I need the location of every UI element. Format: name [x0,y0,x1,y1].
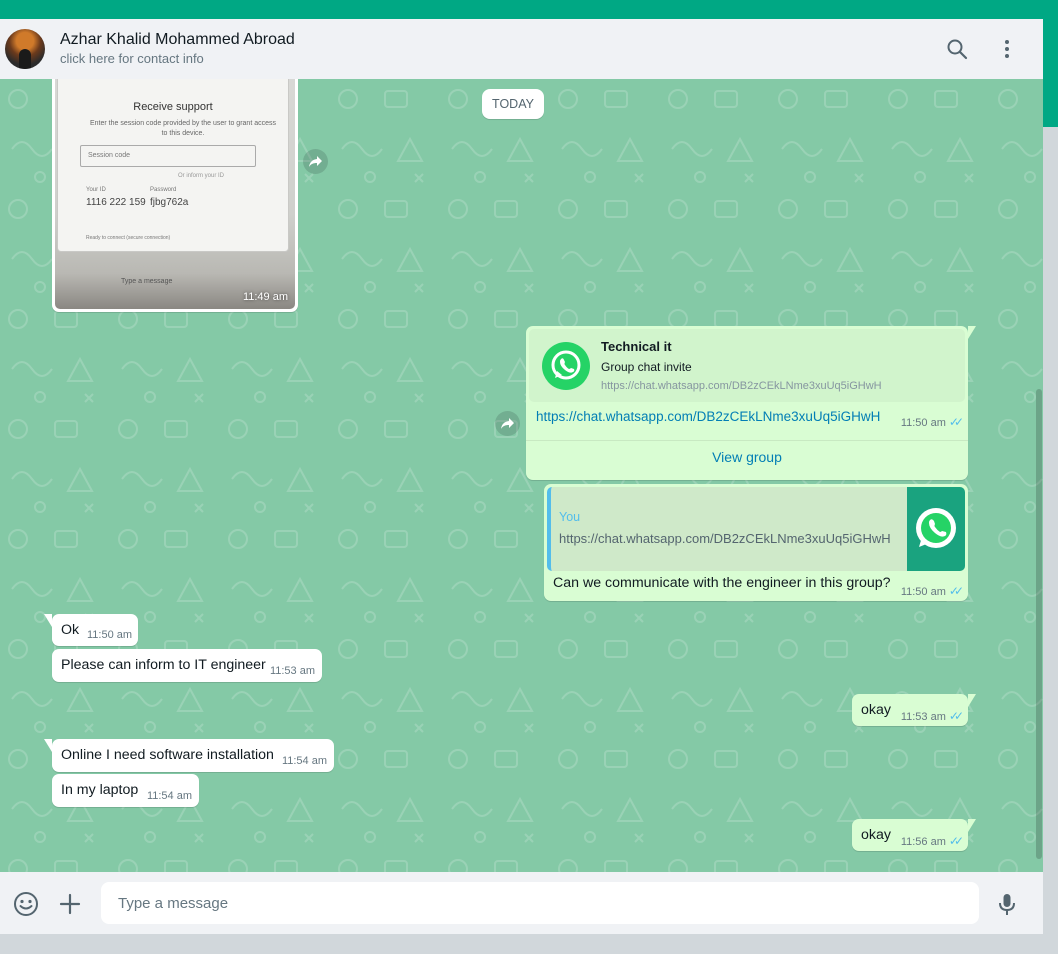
incoming-message[interactable]: Please can inform to IT engineer 11:53 a… [52,649,322,682]
read-ticks-icon: ✓✓ [948,415,964,429]
screenshot-title: Receive support [133,101,213,113]
quoted-message[interactable]: You https://chat.whatsapp.com/DB2zCEkLNm… [547,487,965,571]
screenshot-image[interactable]: Receive support Enter the session code p… [55,79,295,309]
invite-subtitle: Group chat invite [601,360,692,374]
whatsapp-logo-icon [907,487,965,571]
invite-link[interactable]: https://chat.whatsapp.com/DB2zCEkLNme3xu… [536,409,880,424]
read-ticks-icon: ✓✓ [948,584,964,598]
incoming-message[interactable]: In my laptop 11:54 am [52,774,199,807]
message-text: Can we communicate with the engineer in … [553,575,891,591]
screenshot-session-input: Session code [80,145,256,167]
screenshot-bottom-hint: Type a message [121,278,173,285]
screenshot-id-label: Your ID [86,187,106,193]
contact-info[interactable]: Azhar Khalid Mohammed Abroad click here … [60,30,295,68]
plus-icon[interactable] [57,891,83,917]
emoji-icon[interactable] [13,891,39,917]
microphone-icon[interactable] [994,891,1020,917]
contact-subtitle[interactable]: click here for contact info [60,50,295,68]
message-meta: 11:50 am ✓✓ [900,584,964,598]
screenshot-confirm-link: Or inform your ID [178,173,225,179]
screenshot-id-value: 1116 222 159 [86,197,146,208]
date-separator: TODAY [482,89,544,119]
message-time: 11:53 am [269,665,315,677]
message-list[interactable]: TODAY Receive support Enter the session … [0,79,1043,872]
message-time: 11:50 am [87,629,133,641]
screenshot-password-label: Password [150,187,177,193]
read-ticks-icon: ✓✓ [948,709,964,723]
incoming-message[interactable]: Ok 11:50 am [44,614,138,646]
message-time: 11:54 am [281,755,327,767]
message-time: 11:53 am [900,711,946,723]
image-message[interactable]: Receive support Enter the session code p… [52,79,298,312]
outgoing-message[interactable]: okay 11:56 am ✓✓ [852,819,976,851]
message-time: 11:54 am [146,790,192,802]
message-meta: 11:53 am ✓✓ [900,709,964,723]
reply-message[interactable]: You https://chat.whatsapp.com/DB2zCEkLNm… [544,484,968,601]
divider [526,440,968,441]
message-time: 11:56 am [900,836,946,848]
whatsapp-logo-icon [542,342,590,390]
quote-author: You [559,510,581,524]
message-text: Online I need software installation [61,747,274,763]
outgoing-message[interactable]: okay 11:53 am ✓✓ [852,694,976,726]
search-icon[interactable] [945,37,969,61]
app-side-accent [1043,19,1058,127]
invite-group-title: Technical it [601,339,672,354]
screenshot-subtitle: Enter the session code provided by the u… [90,120,276,137]
message-text: okay [861,702,891,718]
invite-preview-card[interactable]: Technical it Group chat invite https://c… [529,329,965,402]
view-group-button[interactable]: View group [526,449,968,465]
screenshot-dialog: Receive support Enter the session code p… [57,79,289,252]
forward-icon[interactable] [495,411,520,436]
group-invite-message[interactable]: Technical it Group chat invite https://c… [526,326,976,480]
message-meta: 11:56 am ✓✓ [900,834,964,848]
message-text: Please can inform to IT engineer [61,657,266,673]
incoming-message[interactable]: Online I need software installation 11:5… [44,739,334,772]
message-composer [0,872,1043,934]
chat-header[interactable]: Azhar Khalid Mohammed Abroad click here … [0,19,1043,79]
kebab-menu-icon[interactable] [995,37,1019,61]
message-text: In my laptop [61,782,139,798]
scrollbar[interactable] [1036,389,1042,859]
avatar[interactable] [5,29,45,69]
contact-name[interactable]: Azhar Khalid Mohammed Abroad [60,30,295,50]
message-text: Ok [61,622,80,638]
screenshot-status: Ready to connect (secure connection) [86,235,171,241]
message-time: 11:50 am [900,586,946,598]
quote-text: https://chat.whatsapp.com/DB2zCEkLNme3xu… [559,531,891,546]
app-top-accent-bar [0,0,1058,19]
message-time: 11:50 am [900,417,946,429]
chat-window: Azhar Khalid Mohammed Abroad click here … [0,19,1043,934]
message-input[interactable] [101,882,979,924]
invite-preview-url: https://chat.whatsapp.com/DB2zCEkLNme3xu… [601,380,882,392]
screenshot-password-value: fjbg762a [150,197,189,208]
read-ticks-icon: ✓✓ [948,834,964,848]
forward-icon[interactable] [303,149,328,174]
message-meta: 11:50 am ✓✓ [900,415,964,429]
message-text: okay [861,827,891,843]
message-time: 11:49 am [242,291,288,303]
